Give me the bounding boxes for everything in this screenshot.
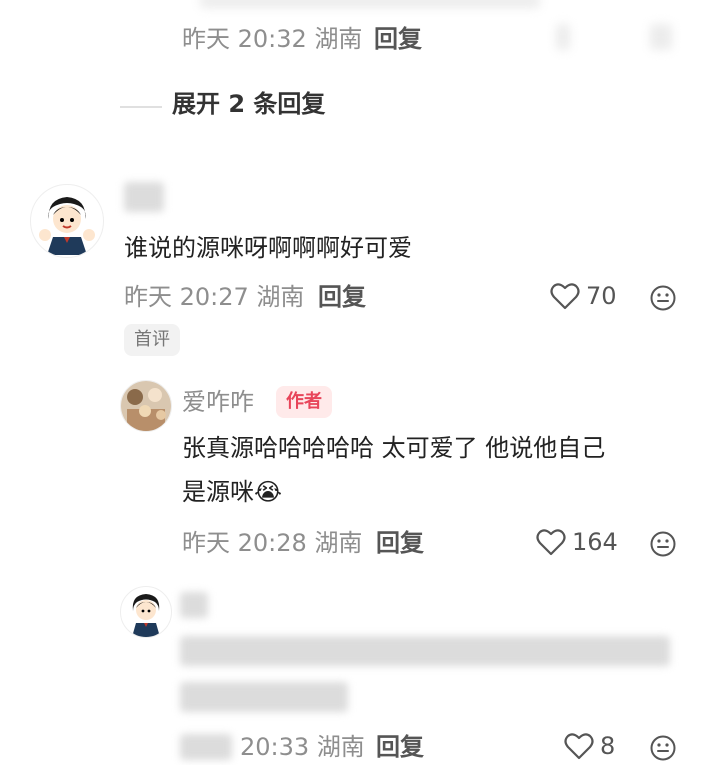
reply-text-obscured [180,682,348,712]
avatar[interactable] [120,586,172,638]
location-text: 湖南 [314,25,363,53]
location-text: 湖南 [314,529,363,557]
like-button[interactable]: 8 [564,732,615,760]
like-count: 70 [586,282,617,310]
time-text: 20:33 [240,733,310,761]
reply-text-segment: 是源咪 [182,478,254,506]
location-text: 湖南 [256,283,305,311]
smiley-face-icon[interactable] [650,285,676,315]
reply-text-line: 是源咪😭 [182,470,682,514]
author-badge: 作者 [276,386,332,418]
comment-text-partial [200,0,540,8]
like-icon-obscured[interactable] [556,24,570,50]
reply-button[interactable]: 回复 [318,282,366,312]
heart-outline-icon [536,529,566,556]
time-text: 昨天 20:28 [182,529,307,557]
reply-text-line: 张真源哈哈哈哈哈 太可爱了 他说他自己 [182,434,606,462]
heart-outline-icon [550,283,580,310]
reply-button[interactable]: 回复 [376,528,424,558]
comment-text: 谁说的源咪呀啊啊啊好可爱 [124,234,412,262]
location-text: 湖南 [316,733,365,761]
reply-time: 20:33 湖南 [240,732,365,762]
like-button[interactable]: 164 [536,528,618,556]
crying-laughing-emoji-icon: 😭 [254,478,283,506]
time-text: 昨天 20:32 [182,25,307,53]
emoji-icon-obscured[interactable] [650,24,672,50]
reply-text-obscured [180,636,670,666]
reply-button[interactable]: 回复 [376,732,424,762]
reply-time: 昨天 20:28 湖南 [182,528,362,558]
heart-outline-icon [564,733,594,760]
author-avatar[interactable] [120,380,172,432]
like-button[interactable]: 70 [550,282,617,310]
first-comment-badge: 首评 [124,324,180,356]
reply-button[interactable]: 回复 [374,24,422,54]
expand-replies-button[interactable]: 展开 2 条回复 [172,88,325,120]
comment-time: 昨天 20:32 湖南 [182,24,362,54]
time-text: 昨天 20:27 [124,283,249,311]
like-count: 164 [572,528,618,556]
author-username[interactable]: 爱咋咋 [182,386,254,418]
reply-text: 张真源哈哈哈哈哈 太可爱了 他说他自己 是源咪😭 [182,426,682,514]
username-obscured[interactable] [124,182,164,212]
avatar[interactable] [30,184,104,258]
expand-divider-line [120,106,162,108]
time-obscured [180,734,232,760]
like-count: 8 [600,732,616,760]
username-obscured[interactable] [180,592,208,618]
smiley-face-icon[interactable] [650,531,676,561]
smiley-face-icon[interactable] [650,735,676,765]
comment-time: 昨天 20:27 湖南 [124,282,304,312]
